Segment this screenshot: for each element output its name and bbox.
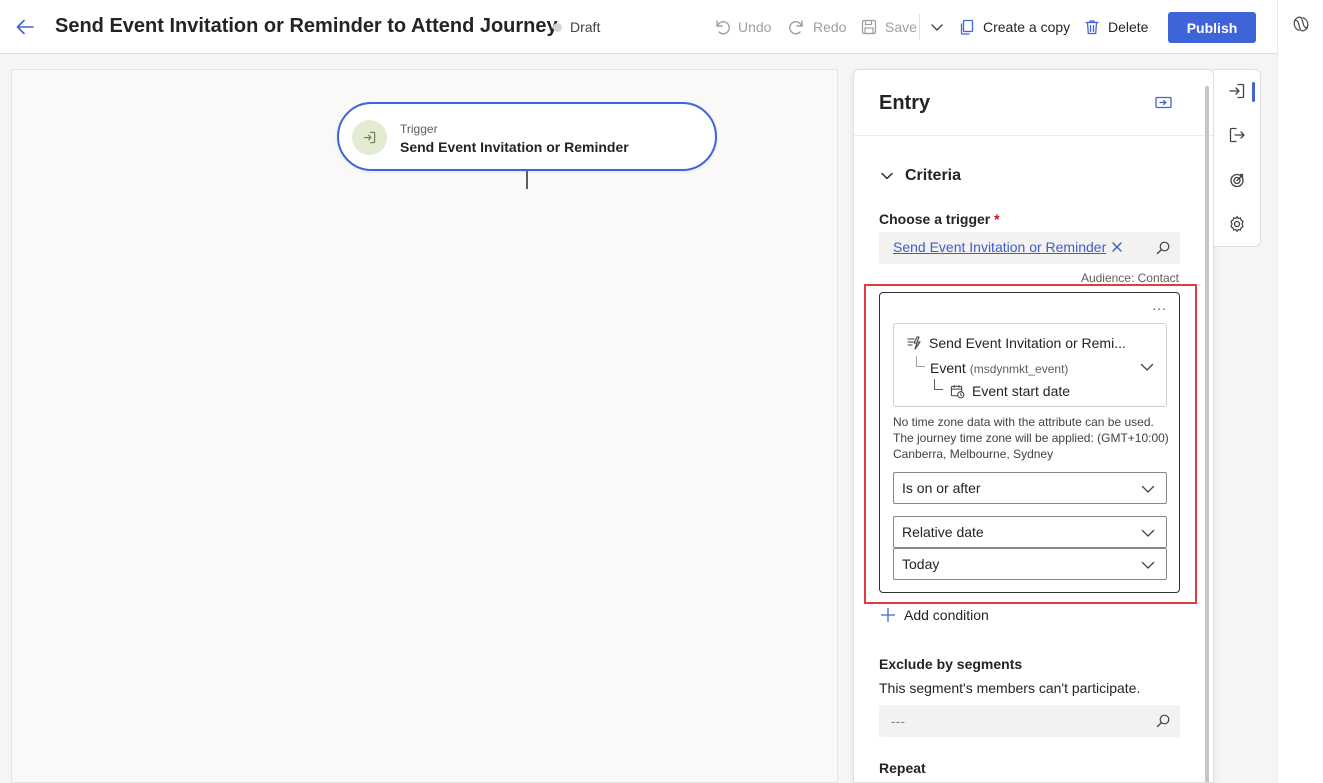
chevron-down-icon xyxy=(931,24,943,31)
save-label: Save xyxy=(885,19,917,35)
attribute-entity-label: Event xyxy=(930,360,966,376)
undo-button[interactable]: Undo xyxy=(713,17,771,37)
status-dot-icon xyxy=(553,22,562,32)
active-tab-indicator xyxy=(1252,82,1255,102)
operator-dropdown[interactable]: Is on or after xyxy=(893,472,1167,504)
date-value: Today xyxy=(902,556,940,572)
criteria-section-toggle[interactable]: Criteria xyxy=(879,167,961,185)
date-type-dropdown[interactable]: Relative date xyxy=(893,516,1167,548)
redo-label: Redo xyxy=(813,19,847,35)
tree-connector xyxy=(916,356,925,367)
attribute-source-label: Send Event Invitation or Remi... xyxy=(929,335,1126,351)
attribute-field-label: Event start date xyxy=(972,383,1071,399)
attribute-entity-logical-name: (msdynmkt_event) xyxy=(969,362,1069,376)
copy-icon xyxy=(960,19,974,35)
trigger-entry-icon xyxy=(352,120,387,155)
calendar-clock-icon xyxy=(950,384,965,398)
operator-value: Is on or after xyxy=(902,480,981,496)
attribute-field: Event start date xyxy=(950,383,1070,399)
exclude-segments-title: Exclude by segments xyxy=(879,656,1023,672)
panel-tab-rail xyxy=(1214,69,1261,247)
redo-icon xyxy=(789,20,803,35)
redo-button[interactable]: Redo xyxy=(788,17,846,37)
publish-button[interactable]: Publish xyxy=(1168,12,1256,43)
choose-trigger-label: Choose a trigger * xyxy=(879,211,1000,227)
search-icon[interactable] xyxy=(1155,713,1171,729)
create-copy-button[interactable]: Create a copy xyxy=(958,17,1070,37)
trigger-lookup-field[interactable]: Send Event Invitation or Reminder xyxy=(879,232,1180,264)
plus-icon xyxy=(880,607,896,623)
chevron-down-icon xyxy=(1141,482,1155,496)
trigger-node-type: Trigger xyxy=(400,122,438,136)
app-rail xyxy=(1277,0,1323,783)
panel-title: Entry xyxy=(879,92,931,114)
panel-header: Entry xyxy=(854,70,1213,136)
date-type-value: Relative date xyxy=(902,524,984,540)
status-label: Draft xyxy=(570,19,601,35)
repeat-title: Repeat xyxy=(879,760,926,776)
attribute-entity: Event (msdynmkt_event) xyxy=(930,360,1068,376)
undo-icon xyxy=(716,20,730,35)
trash-icon xyxy=(1085,20,1099,35)
exclude-segments-description: This segment's members can't participate… xyxy=(879,680,1141,696)
more-options-icon[interactable]: ... xyxy=(1152,297,1167,313)
chevron-down-icon xyxy=(1141,526,1155,540)
page-title: Send Event Invitation or Reminder to Att… xyxy=(55,15,558,37)
more-dropdown-button[interactable] xyxy=(928,17,946,37)
journey-canvas[interactable] xyxy=(11,69,838,783)
node-connector xyxy=(526,171,528,189)
time-zone-note: No time zone data with the attribute can… xyxy=(893,415,1169,461)
back-arrow-icon[interactable] xyxy=(14,16,36,38)
delete-button[interactable]: Delete xyxy=(1083,17,1148,37)
exclude-segments-placeholder: --- xyxy=(891,713,905,729)
condition-card: ... Send Event Invitation or Remi... Eve… xyxy=(879,292,1180,593)
header-bar: Send Event Invitation or Reminder to Att… xyxy=(0,0,1277,54)
search-icon[interactable] xyxy=(1155,240,1171,256)
close-icon[interactable] xyxy=(1110,240,1124,254)
date-value-dropdown[interactable]: Today xyxy=(893,548,1167,580)
selected-trigger-chip[interactable]: Send Event Invitation or Reminder xyxy=(893,239,1106,255)
save-button[interactable]: Save xyxy=(860,17,917,37)
status-badge: Draft xyxy=(553,19,600,35)
toolbar-divider xyxy=(919,14,920,40)
criteria-label: Criteria xyxy=(905,167,962,184)
entry-tab-icon[interactable] xyxy=(1227,81,1247,101)
audience-label: Audience: Contact xyxy=(1080,271,1179,285)
chevron-down-icon xyxy=(1141,558,1155,572)
panel-collapse-icon[interactable] xyxy=(1154,94,1174,112)
exclude-segments-field[interactable]: --- xyxy=(879,705,1180,737)
delete-label: Delete xyxy=(1108,19,1149,35)
goal-target-icon[interactable] xyxy=(1227,170,1247,190)
panel-scrollbar[interactable] xyxy=(1205,86,1209,782)
attribute-source: Send Event Invitation or Remi... xyxy=(906,335,1126,351)
trigger-node[interactable]: Trigger Send Event Invitation or Reminde… xyxy=(337,102,717,171)
trigger-flash-icon xyxy=(907,336,921,350)
trigger-node-name: Send Event Invitation or Reminder xyxy=(400,139,629,155)
required-mark: * xyxy=(994,211,1000,227)
attribute-selector[interactable]: Send Event Invitation or Remi... Event (… xyxy=(893,323,1167,407)
add-condition-button[interactable]: Add condition xyxy=(880,607,989,623)
choose-trigger-text: Choose a trigger xyxy=(879,211,991,227)
save-icon xyxy=(861,19,877,35)
tree-connector xyxy=(934,379,943,390)
gear-icon[interactable] xyxy=(1227,214,1247,234)
chevron-down-icon xyxy=(1140,360,1154,374)
chevron-down-icon xyxy=(881,172,893,180)
undo-label: Undo xyxy=(738,19,772,35)
exit-tab-icon[interactable] xyxy=(1227,125,1247,145)
entry-panel: Entry Criteria Choose a trigger * Send E… xyxy=(853,69,1214,783)
add-condition-label: Add condition xyxy=(904,607,989,623)
copilot-icon[interactable] xyxy=(1291,14,1311,34)
create-copy-label: Create a copy xyxy=(983,19,1071,35)
